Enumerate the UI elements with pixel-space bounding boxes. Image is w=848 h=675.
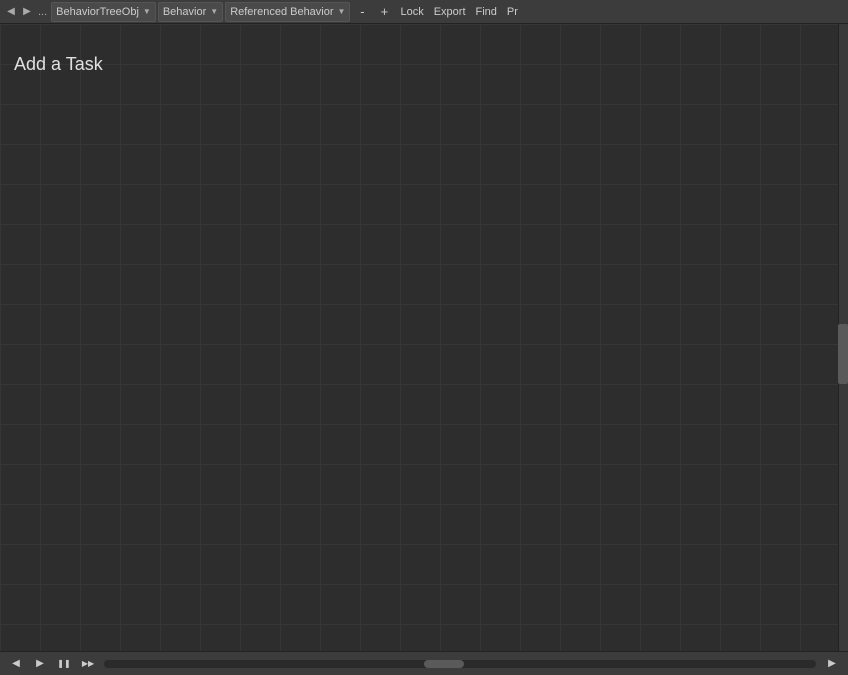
find-button[interactable]: Find — [472, 2, 501, 22]
referenced-behavior-dropdown[interactable]: Referenced Behavior ▼ — [225, 2, 350, 22]
right-scrollbar-thumb[interactable] — [838, 324, 848, 384]
canvas-area[interactable]: Add a Task — [0, 24, 848, 651]
right-scrollbar-track[interactable] — [838, 24, 848, 651]
more-button[interactable]: Pr — [503, 2, 522, 22]
lock-button[interactable]: Lock — [396, 2, 427, 22]
scroll-left-button[interactable]: ◀ — [4, 654, 28, 674]
pause-button[interactable]: ❚❚ — [52, 654, 76, 674]
behavior-tree-obj-arrow: ▼ — [143, 7, 151, 16]
minus-button[interactable]: - — [352, 2, 372, 22]
skip-button[interactable]: ▶▶ — [76, 654, 100, 674]
referenced-behavior-label: Referenced Behavior — [230, 6, 333, 18]
toolbar: ◀ ▶ ... BehaviorTreeObj ▼ Behavior ▼ Ref… — [0, 0, 848, 24]
behavior-arrow: ▼ — [210, 7, 218, 16]
forward-button[interactable]: ▶ — [20, 2, 34, 22]
behavior-dropdown[interactable]: Behavior ▼ — [158, 2, 223, 22]
back-button[interactable]: ◀ — [4, 2, 18, 22]
breadcrumb-ellipsis: ... — [36, 6, 49, 18]
scroll-right-button[interactable]: ▶ — [820, 654, 844, 674]
grid-background — [0, 24, 848, 651]
referenced-behavior-arrow: ▼ — [338, 7, 346, 16]
bottom-scrollbar-thumb[interactable] — [424, 660, 464, 668]
plus-button[interactable]: + — [374, 2, 394, 22]
behavior-tree-obj-dropdown[interactable]: BehaviorTreeObj ▼ — [51, 2, 156, 22]
play-button[interactable]: ▶ — [28, 654, 52, 674]
bottom-scrollbar-track[interactable] — [104, 660, 816, 668]
behavior-label: Behavior — [163, 6, 206, 18]
export-button[interactable]: Export — [430, 2, 470, 22]
bottom-bar: ◀ ▶ ❚❚ ▶▶ ▶ — [0, 651, 848, 675]
behavior-tree-obj-label: BehaviorTreeObj — [56, 6, 139, 18]
